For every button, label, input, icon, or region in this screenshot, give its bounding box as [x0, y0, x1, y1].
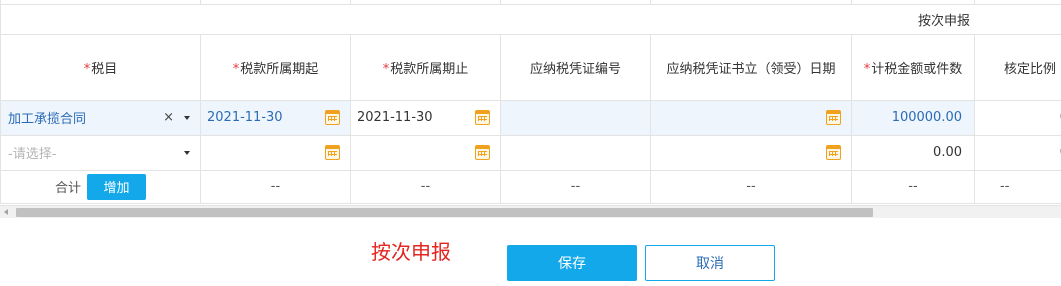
- summary-value: --: [200, 169, 351, 204]
- tax-item-value: 加工承揽合同: [8, 112, 87, 127]
- chevron-down-icon[interactable]: [184, 150, 190, 155]
- total-label: 合计: [54, 181, 81, 196]
- col-header-amount: *计税金额或件数: [851, 33, 975, 101]
- scrollbar-thumb[interactable]: [16, 208, 873, 217]
- annotation-text: 按次申报: [371, 240, 451, 264]
- summary-row: 合计 增加 -- -- -- -- -- --: [0, 169, 1061, 204]
- clear-icon[interactable]: ×: [163, 110, 174, 125]
- scroll-left-icon[interactable]: [4, 209, 8, 215]
- cancel-button[interactable]: 取消: [645, 245, 775, 281]
- amount-field[interactable]: 0.00: [851, 134, 975, 171]
- amount-value: 0.00: [933, 145, 962, 160]
- tax-item-select[interactable]: 加工承揽合同 ×: [0, 99, 201, 136]
- amount-field[interactable]: 100000.00: [851, 99, 975, 136]
- tax-table: 按次申报 *税目 *税款所属期起 *税款所属期止 应纳税凭证编号 应纳税凭证书立…: [0, 0, 1061, 204]
- col-header-voucher-no: 应纳税凭证编号: [500, 33, 651, 101]
- group-header-label: 按次申报: [851, 3, 1061, 35]
- voucher-date-field[interactable]: [650, 134, 852, 171]
- period-end-field[interactable]: [350, 134, 501, 171]
- summary-value: --: [851, 169, 975, 204]
- required-mark: *: [232, 61, 240, 77]
- calendar-icon[interactable]: [826, 144, 841, 160]
- amount-value: 100000.00: [891, 110, 962, 125]
- voucher-no-field[interactable]: [500, 134, 651, 171]
- horizontal-scrollbar[interactable]: [0, 205, 1061, 218]
- calendar-icon[interactable]: [475, 144, 490, 160]
- period-start-value: 2021-11-30: [207, 110, 283, 125]
- chevron-down-icon[interactable]: [184, 115, 190, 120]
- required-mark: *: [83, 61, 91, 77]
- tax-declaration-grid: 按次申报 *税目 *税款所属期起 *税款所属期止 应纳税凭证编号 应纳税凭证书立…: [0, 0, 1061, 205]
- required-mark: *: [863, 61, 871, 77]
- required-mark: *: [382, 61, 390, 77]
- col-header-ratio: 核定比例: [974, 33, 1061, 101]
- col-header-voucher-date: 应纳税凭证书立（领受）日期: [650, 33, 852, 101]
- calendar-icon[interactable]: [475, 109, 490, 125]
- table-row: -请选择- 0.00: [0, 134, 1061, 171]
- summary-value: --: [350, 169, 501, 204]
- summary-value: --: [974, 169, 1061, 204]
- summary-value: --: [500, 169, 651, 204]
- col-header-period-end: *税款所属期止: [350, 33, 501, 101]
- ratio-field[interactable]: 0: [974, 99, 1061, 136]
- period-end-field[interactable]: 2021-11-30: [350, 99, 501, 136]
- voucher-no-field[interactable]: [500, 99, 651, 136]
- col-header-period-start: *税款所属期起: [200, 33, 351, 101]
- summary-cell: 合计 增加: [0, 169, 201, 204]
- calendar-icon[interactable]: [325, 109, 340, 125]
- period-start-field[interactable]: 2021-11-30: [200, 99, 351, 136]
- period-start-field[interactable]: [200, 134, 351, 171]
- calendar-icon[interactable]: [826, 109, 841, 125]
- add-row-button[interactable]: 增加: [87, 173, 146, 200]
- voucher-date-field[interactable]: [650, 99, 852, 136]
- summary-value: --: [650, 169, 852, 204]
- calendar-icon[interactable]: [325, 144, 340, 160]
- col-header-tax-item: *税目: [0, 33, 201, 101]
- tax-item-select[interactable]: -请选择-: [0, 134, 201, 171]
- save-button[interactable]: 保存: [507, 245, 637, 281]
- tax-item-placeholder: -请选择-: [8, 147, 57, 162]
- ratio-field[interactable]: 0: [974, 134, 1061, 171]
- table-row: 加工承揽合同 × 2021-11-30 2021-11-30 100000.00: [0, 99, 1061, 136]
- period-end-value: 2021-11-30: [357, 110, 433, 125]
